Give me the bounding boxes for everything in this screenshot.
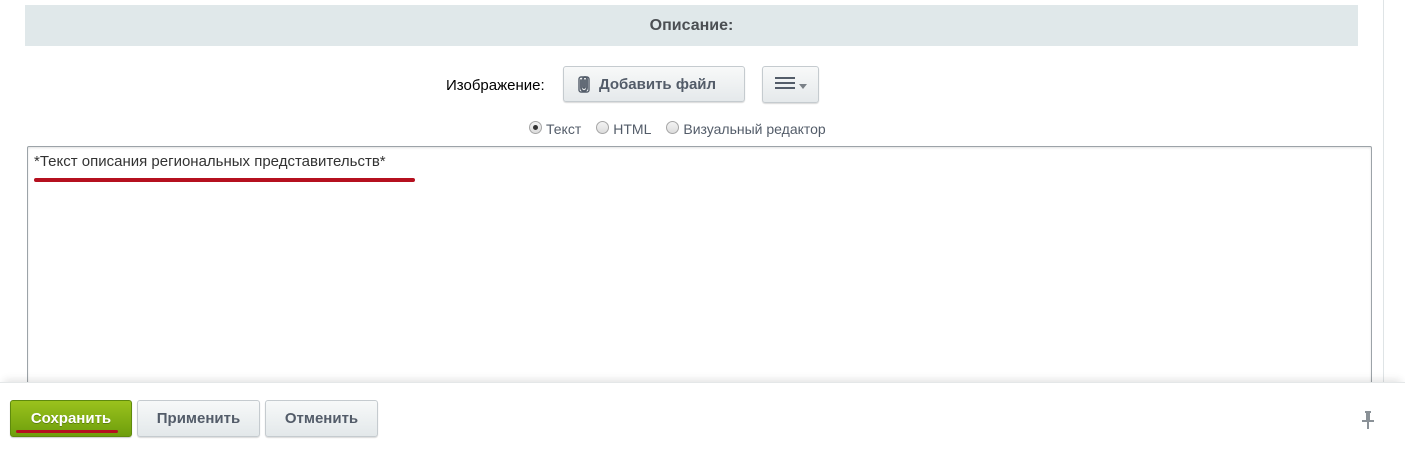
add-file-label: Добавить файл xyxy=(599,75,717,93)
editor-menu-button[interactable] xyxy=(762,66,819,103)
description-text: *Текст описания региональных представите… xyxy=(34,153,386,170)
radio-visual-editor[interactable] xyxy=(666,120,680,134)
apply-button[interactable]: Применить xyxy=(137,400,260,437)
radio-html[interactable] xyxy=(596,120,610,134)
save-label: Сохранить xyxy=(30,410,112,427)
mode-label-html: HTML xyxy=(613,121,652,137)
mode-label-visual-editor: Визуальный редактор xyxy=(683,121,826,137)
add-file-button[interactable]: Добавить файл xyxy=(563,66,745,102)
mode-option-visual-editor[interactable]: Визуальный редактор xyxy=(666,120,826,137)
edit-form-panel: Описание: Изображение: Добавить файл Тек… xyxy=(0,0,1384,396)
section-title: Описание: xyxy=(649,16,734,34)
pin-icon[interactable] xyxy=(1361,410,1375,430)
annotation-underline-description xyxy=(34,178,415,182)
image-field-row: Изображение: Добавить файл xyxy=(0,66,1383,104)
form-footer: Сохранить Применить Отменить xyxy=(0,382,1405,451)
radio-text[interactable] xyxy=(529,120,542,134)
image-field-label: Изображение: xyxy=(446,77,545,94)
cancel-label: Отменить xyxy=(284,410,359,427)
hamburger-menu-icon xyxy=(774,76,795,94)
description-textarea[interactable]: *Текст описания региональных представите… xyxy=(27,146,1372,396)
apply-label: Применить xyxy=(156,410,241,427)
caret-down-icon xyxy=(798,76,807,94)
paperclip-icon xyxy=(577,75,591,93)
annotation-underline-save xyxy=(16,430,118,433)
mode-option-html[interactable]: HTML xyxy=(596,120,652,137)
editor-mode-selector: Текст HTML Визуальный редактор xyxy=(529,118,841,140)
section-header: Описание: xyxy=(25,5,1358,46)
mode-label-text: Текст xyxy=(546,121,582,137)
cancel-button[interactable]: Отменить xyxy=(265,400,378,437)
mode-option-text[interactable]: Текст xyxy=(529,120,582,137)
